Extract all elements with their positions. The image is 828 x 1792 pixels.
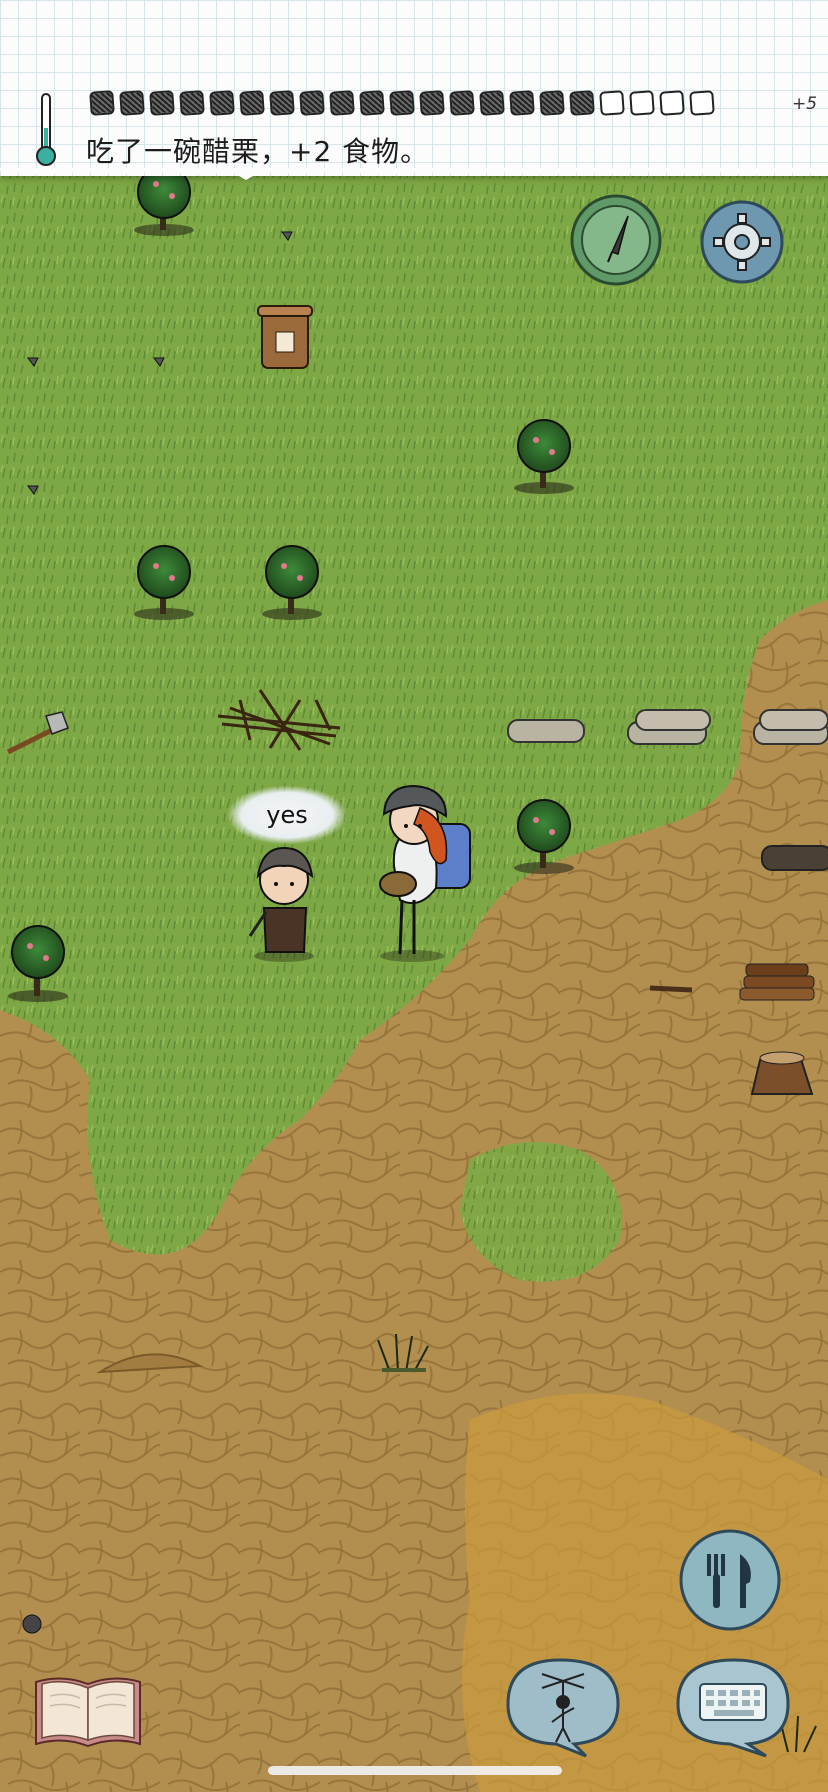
food-pip-filled <box>539 90 565 116</box>
food-bonus: +5 <box>792 94 818 114</box>
npc-speech-bubble: yes <box>228 786 346 844</box>
hud-top-bar: +5 吃了一碗醋栗，+2 食物。 <box>0 0 828 176</box>
food-pip-filled <box>329 90 355 116</box>
settings-button[interactable] <box>700 200 784 284</box>
food-pip-empty <box>659 90 685 116</box>
emote-button[interactable] <box>500 1654 626 1758</box>
food-pip-filled <box>569 90 595 116</box>
compass-button[interactable] <box>568 192 664 288</box>
food-pip-empty <box>599 90 625 116</box>
log-pile[interactable] <box>627 709 711 745</box>
log[interactable] <box>507 719 585 743</box>
book-icon <box>35 1677 141 1748</box>
food-pip-filled <box>149 90 175 116</box>
food-pip-filled <box>359 90 385 116</box>
tech-book-button[interactable] <box>32 1672 144 1750</box>
food-pip-filled <box>299 90 325 116</box>
food-meter <box>89 88 715 118</box>
keyboard-button[interactable] <box>670 1654 796 1758</box>
firewood-stack[interactable] <box>739 963 815 1001</box>
food-pip-filled <box>449 90 475 116</box>
clay-jar[interactable] <box>257 305 313 369</box>
food-pip-filled <box>239 90 265 116</box>
eat-button[interactable] <box>678 1528 782 1632</box>
food-pip-filled <box>479 90 505 116</box>
stick[interactable] <box>649 985 693 993</box>
food-pip-filled <box>509 90 535 116</box>
food-pip-filled <box>419 90 445 116</box>
keyboard-icon <box>699 1683 767 1721</box>
torn-paper-edge <box>0 168 828 180</box>
game-world[interactable] <box>0 0 828 1792</box>
home-indicator[interactable] <box>268 1766 562 1775</box>
food-pip-filled <box>389 90 415 116</box>
status-message: 吃了一碗醋栗，+2 食物。 <box>86 135 430 168</box>
food-pip-empty <box>689 90 715 116</box>
long-log[interactable] <box>761 845 828 871</box>
food-pip-empty <box>629 90 655 116</box>
food-pip-filled <box>119 90 145 116</box>
log-pile[interactable] <box>753 709 828 745</box>
food-pip-filled <box>89 90 115 116</box>
thermometer-icon <box>36 93 56 166</box>
food-pip-filled <box>269 90 295 116</box>
food-pip-filled <box>209 90 235 116</box>
food-pip-filled <box>179 90 205 116</box>
tree-stump[interactable] <box>750 1051 814 1095</box>
npc-speech-text: yes <box>266 801 308 829</box>
round-stone[interactable] <box>22 1614 42 1634</box>
